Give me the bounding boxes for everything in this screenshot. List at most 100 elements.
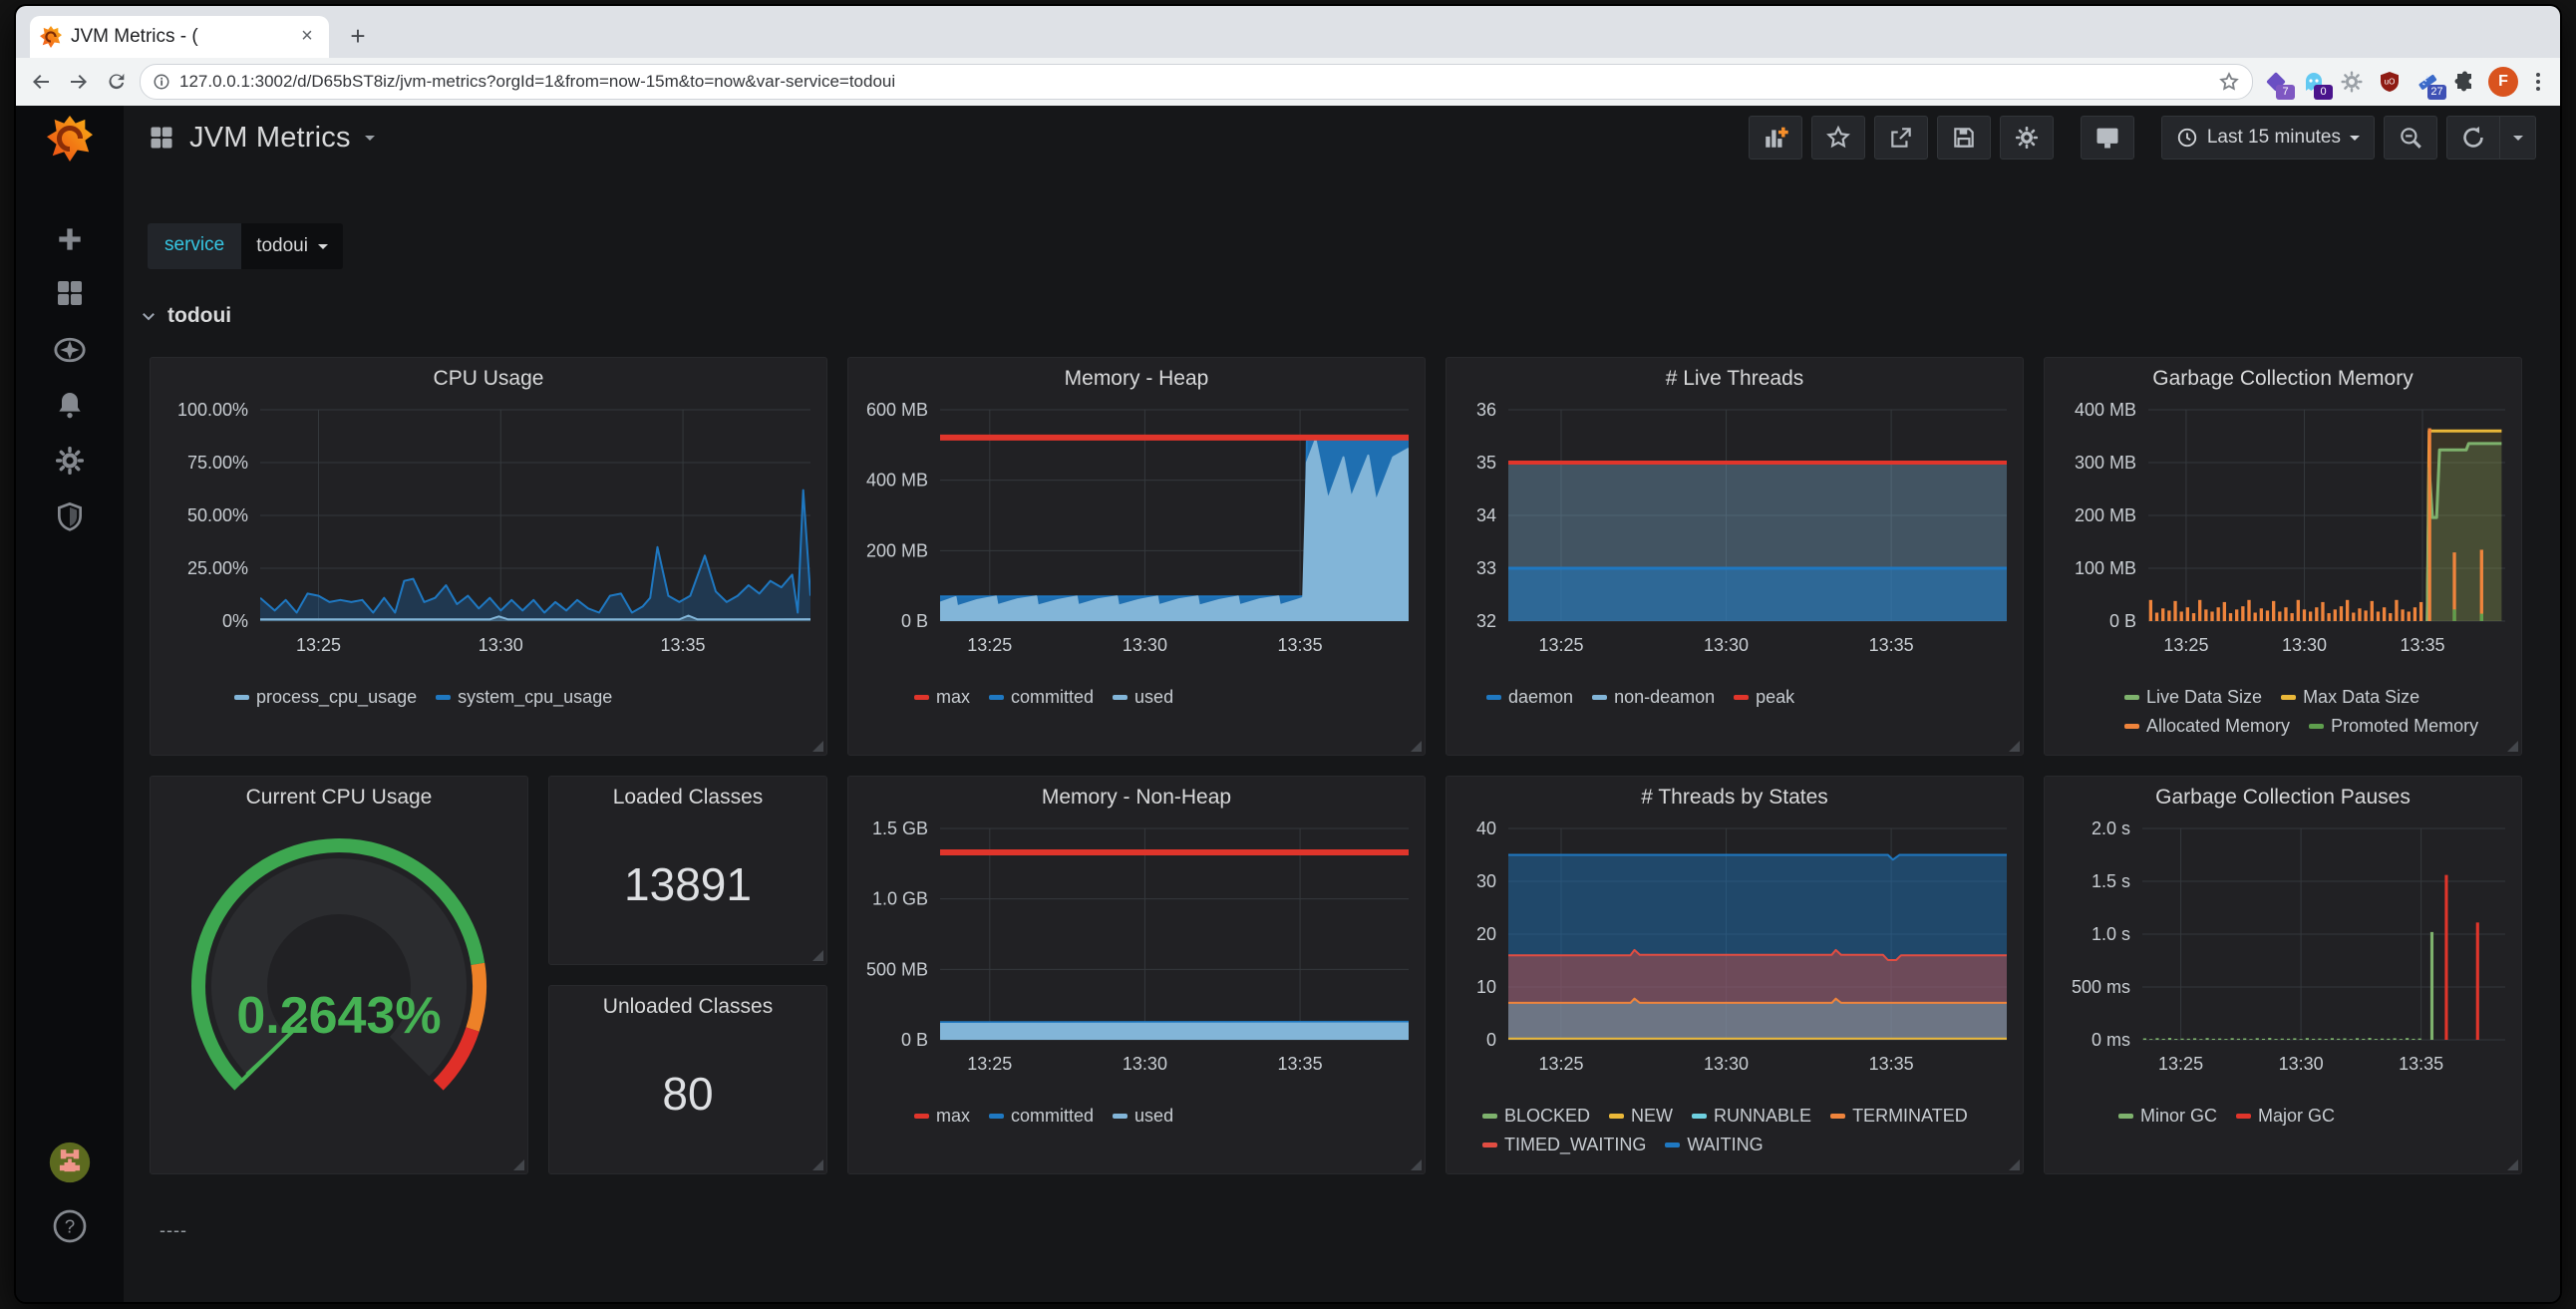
legend-item[interactable]: Allocated Memory (2124, 712, 2290, 741)
variable-value-dropdown[interactable]: todoui (241, 223, 343, 269)
explore-compass-icon[interactable] (16, 333, 124, 367)
legend-item[interactable]: RUNNABLE (1692, 1102, 1811, 1131)
legend-item[interactable]: max (914, 1102, 970, 1131)
ruler-extension-icon[interactable]: 27 (2413, 67, 2442, 97)
panel-resize-handle[interactable] (2507, 1159, 2518, 1170)
panel-title[interactable]: Garbage Collection Memory (2045, 358, 2521, 400)
panel-title[interactable]: Unloaded Classes (549, 986, 826, 1028)
configuration-gear-icon[interactable] (16, 445, 124, 477)
ublock-extension-icon[interactable]: uO (2375, 67, 2405, 97)
legend-swatch (1734, 695, 1749, 700)
legend-swatch (2309, 724, 2324, 729)
chart-plot[interactable]: 13:2513:3013:350 B200 MB400 MB600 MB (848, 400, 1425, 671)
forward-button[interactable] (64, 67, 94, 97)
chart-plot[interactable]: 13:2513:3013:350 B500 MB1.0 GB1.5 GB (848, 818, 1425, 1090)
legend-item[interactable]: used (1113, 683, 1173, 712)
zoom-out-button[interactable] (2384, 116, 2437, 160)
chart-plot[interactable]: 13:2513:3013:350 B100 MB200 MB300 MB400 … (2045, 400, 2521, 671)
panel-title[interactable]: Loaded Classes (549, 777, 826, 818)
panel-title[interactable]: Memory - Heap (848, 358, 1425, 400)
row-header-todoui[interactable]: todoui (140, 297, 2544, 335)
legend-item[interactable]: Max Data Size (2281, 683, 2419, 712)
legend-item[interactable]: Minor GC (2118, 1102, 2217, 1131)
panel-title[interactable]: # Threads by States (1447, 777, 2023, 818)
cycle-view-monitor-button[interactable] (2081, 116, 2134, 160)
browser-tab[interactable]: JVM Metrics - ( × (30, 16, 329, 58)
legend-item[interactable]: used (1113, 1102, 1173, 1131)
panel-resize-handle[interactable] (2009, 1159, 2020, 1170)
legend-item[interactable]: daemon (1486, 683, 1573, 712)
puzzle-extensions-icon[interactable] (2450, 67, 2480, 97)
chart-plot[interactable]: 13:2513:3013:35010203040 (1447, 818, 2023, 1090)
legend-item[interactable]: committed (989, 1102, 1094, 1131)
panel-resize-handle[interactable] (1411, 741, 1422, 752)
panel-resize-handle[interactable] (2507, 741, 2518, 752)
help-icon[interactable]: ? (16, 1208, 124, 1244)
settings-gear-button[interactable] (2000, 116, 2054, 160)
profile-avatar[interactable]: F (2488, 67, 2518, 97)
save-button[interactable] (1937, 116, 1991, 160)
dashboards-icon[interactable] (16, 277, 124, 309)
panel-title[interactable]: # Live Threads (1447, 358, 2023, 400)
refresh-interval-caret[interactable] (2500, 116, 2536, 160)
browser-menu-icon[interactable] (2526, 73, 2550, 91)
tab-bar: JVM Metrics - ( × + (16, 6, 2560, 58)
legend-item[interactable]: NEW (1609, 1102, 1673, 1131)
panel-title[interactable]: Garbage Collection Pauses (2045, 777, 2521, 818)
legend-item[interactable]: WAITING (1665, 1131, 1763, 1159)
chart-plot[interactable]: 13:2513:3013:350 ms500 ms1.0 s1.5 s2.0 s (2045, 818, 2521, 1090)
legend-item[interactable]: system_cpu_usage (436, 683, 612, 712)
grafana-logo[interactable] (16, 116, 124, 162)
legend-item[interactable]: Promoted Memory (2309, 712, 2478, 741)
time-range-picker[interactable]: Last 15 minutes (2161, 116, 2375, 160)
url-bar[interactable]: 127.0.0.1:3002/d/D65bST8iz/jvm-metrics?o… (140, 64, 2253, 100)
panel-resize-handle[interactable] (513, 1159, 524, 1170)
panel-resize-handle[interactable] (812, 950, 823, 961)
reload-button[interactable] (102, 67, 132, 97)
server-admin-shield-icon[interactable] (16, 500, 124, 532)
star-button[interactable] (1811, 116, 1865, 160)
svg-text:13:35: 13:35 (2399, 1054, 2443, 1074)
variable-service-picker[interactable]: service todoui (148, 223, 343, 269)
dashboard-title[interactable]: JVM Metrics (189, 122, 351, 155)
refresh-button[interactable] (2446, 116, 2500, 160)
svg-text:13:30: 13:30 (1704, 635, 1749, 655)
legend-item[interactable]: committed (989, 683, 1094, 712)
back-button[interactable] (26, 67, 56, 97)
panel-title[interactable]: Current CPU Usage (151, 777, 527, 818)
purple-diamond-extension-icon[interactable]: 7 (2261, 67, 2291, 97)
svg-text:13:25: 13:25 (2158, 1054, 2203, 1074)
create-plus-icon[interactable] (16, 223, 124, 255)
ghost-extension-icon[interactable]: 0 (2299, 67, 2329, 97)
title-caret-icon[interactable] (365, 136, 375, 146)
chart-plot[interactable]: 13:2513:3013:353233343536 (1447, 400, 2023, 671)
bookmark-star-icon[interactable] (2218, 71, 2240, 93)
legend-item[interactable]: non-deamon (1592, 683, 1715, 712)
legend-item[interactable]: Live Data Size (2124, 683, 2262, 712)
panel-resize-handle[interactable] (2009, 741, 2020, 752)
svg-text:13:25: 13:25 (2163, 635, 2208, 655)
legend-item[interactable]: BLOCKED (1482, 1102, 1590, 1131)
site-info-icon[interactable] (153, 73, 170, 91)
alerting-bell-icon[interactable] (16, 389, 124, 421)
new-tab-button[interactable]: + (341, 20, 375, 54)
panel-resize-handle[interactable] (812, 1159, 823, 1170)
share-button[interactable] (1874, 116, 1928, 160)
chart-plot[interactable]: 13:2513:3013:350%25.00%50.00%75.00%100.0… (151, 400, 826, 671)
legend-item[interactable]: process_cpu_usage (234, 683, 417, 712)
panel-title[interactable]: Memory - Non-Heap (848, 777, 1425, 818)
legend-item[interactable]: TERMINATED (1830, 1102, 1968, 1131)
panel-resize-handle[interactable] (812, 741, 823, 752)
dashboard-grid-icon[interactable] (148, 124, 175, 152)
gear-extension-icon[interactable] (2337, 67, 2367, 97)
legend-item[interactable]: Major GC (2236, 1102, 2335, 1131)
add-panel-button[interactable] (1749, 116, 1802, 160)
legend-item[interactable]: max (914, 683, 970, 712)
tab-close-icon[interactable]: × (295, 25, 319, 49)
panel-resize-handle[interactable] (1411, 1159, 1422, 1170)
legend-item[interactable]: TIMED_WAITING (1482, 1131, 1646, 1159)
legend-item[interactable]: peak (1734, 683, 1794, 712)
stat-value: 13891 (549, 818, 826, 964)
user-avatar[interactable] (16, 1141, 124, 1184)
panel-title[interactable]: CPU Usage (151, 358, 826, 400)
